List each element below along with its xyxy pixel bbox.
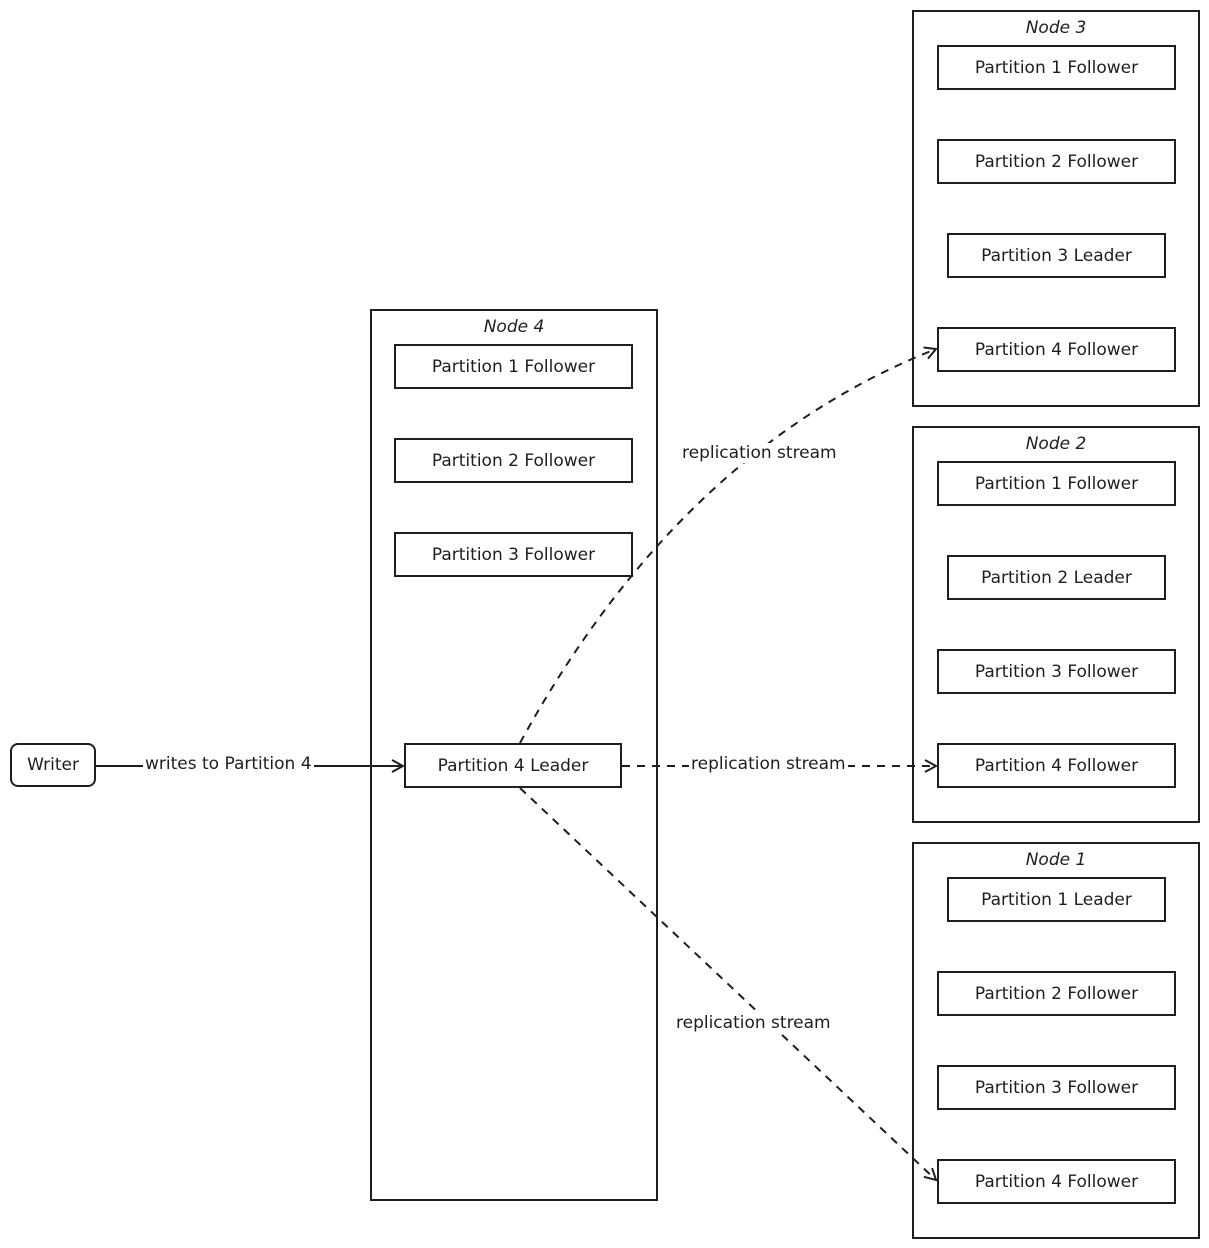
- node1-partition-1-leader[interactable]: Partition 1 Leader: [947, 877, 1166, 922]
- replication-label-node3: replication stream: [680, 443, 839, 463]
- replication-label-node1: replication stream: [674, 1013, 833, 1033]
- writer-box[interactable]: Writer: [10, 743, 96, 787]
- node4-partition-3[interactable]: Partition 3 Follower: [394, 532, 633, 577]
- node2-partition-1[interactable]: Partition 1 Follower: [937, 461, 1176, 506]
- write-edge-label: writes to Partition 4: [143, 754, 314, 774]
- writer-label: Writer: [27, 755, 79, 775]
- node4-partition-1[interactable]: Partition 1 Follower: [394, 344, 633, 389]
- node1-partition-4[interactable]: Partition 4 Follower: [937, 1159, 1176, 1204]
- node2-partition-4[interactable]: Partition 4 Follower: [937, 743, 1176, 788]
- node3-partition-1[interactable]: Partition 1 Follower: [937, 45, 1176, 90]
- node-title: Node 2: [1025, 434, 1087, 454]
- node-title: Node 3: [1025, 18, 1087, 38]
- node3-partition-4[interactable]: Partition 4 Follower: [937, 327, 1176, 372]
- node-title: Node 4: [483, 317, 545, 337]
- node4-partition-4-leader[interactable]: Partition 4 Leader: [404, 743, 622, 788]
- node3-partition-2[interactable]: Partition 2 Follower: [937, 139, 1176, 184]
- replication-label-node2: replication stream: [689, 754, 848, 774]
- node-title: Node 1: [1025, 850, 1087, 870]
- node1-partition-2[interactable]: Partition 2 Follower: [937, 971, 1176, 1016]
- node1-partition-3[interactable]: Partition 3 Follower: [937, 1065, 1176, 1110]
- node2-partition-3[interactable]: Partition 3 Follower: [937, 649, 1176, 694]
- node4-partition-2[interactable]: Partition 2 Follower: [394, 438, 633, 483]
- node3-partition-3-leader[interactable]: Partition 3 Leader: [947, 233, 1166, 278]
- node2-partition-2-leader[interactable]: Partition 2 Leader: [947, 555, 1166, 600]
